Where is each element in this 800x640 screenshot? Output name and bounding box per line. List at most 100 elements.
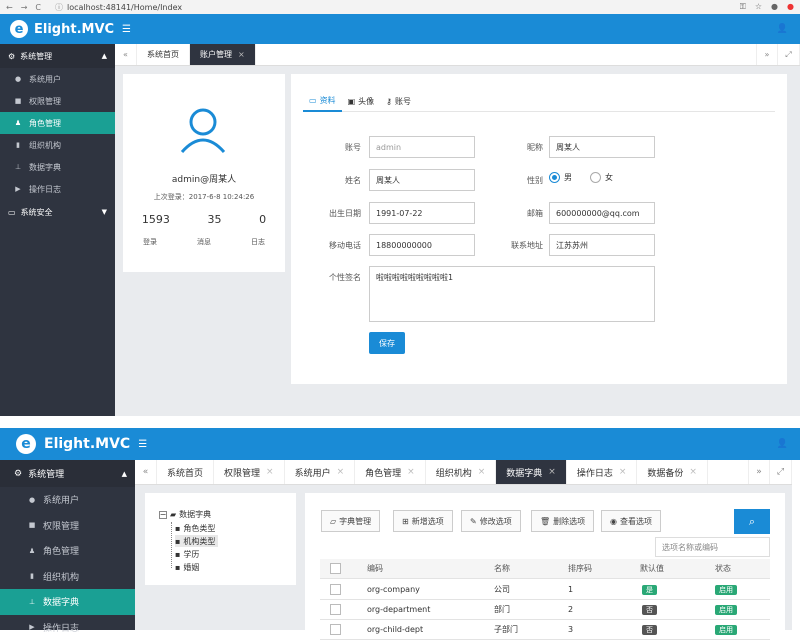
sidebar-group-system[interactable]: ⚙ 系统管理 ▲ [0,44,115,68]
app-logo: e Elight.MVC [16,434,130,454]
user-icon[interactable]: 👤 [777,439,788,449]
address-field[interactable]: 江苏苏州 [549,234,655,256]
close-icon[interactable]: × [548,467,556,477]
tree-node[interactable]: ▪角色类型 [175,522,215,534]
sidebar-group-security[interactable]: ▭ 系统安全 ▼ [0,200,115,224]
browser-nav-icons[interactable]: ←→C [6,3,49,12]
close-icon[interactable]: × [266,467,274,477]
tab-org[interactable]: 组织机构× [426,460,497,484]
tab-account[interactable]: 账户管理× [190,44,256,65]
table-row[interactable]: org-company 公司 1 是 启用 [320,580,770,600]
tree-line [171,522,172,568]
logo-icon: e [16,434,36,454]
column-header[interactable]: 默认值 [640,563,664,574]
name-field[interactable]: 周某人 [369,169,475,191]
tree-node-selected[interactable]: ▪机构类型 [175,535,218,547]
table-row[interactable]: org-child-dept 子部门 3 否 启用 [320,620,770,640]
delete-option-button[interactable]: 🗑删除选项 [531,510,594,532]
close-icon[interactable]: × [407,467,415,477]
tab-label: 权限管理 [224,466,260,479]
site-info-icon[interactable]: ⓘ [55,2,63,13]
tree-node[interactable]: ▪婚姻 [175,561,199,573]
radio-female[interactable] [590,172,601,183]
menu-toggle-icon[interactable]: ☰ [122,24,131,35]
address-bar[interactable]: localhost:48141/Home/Index [67,3,182,12]
tree-root[interactable]: − ▰ 数据字典 [159,509,211,520]
column-header[interactable]: 排序码 [568,563,592,574]
account-icon[interactable]: ● [771,2,778,12]
sidebar-item-org[interactable]: ▮组织机构 [0,564,135,590]
view-option-button[interactable]: ◉查看选项 [601,510,661,532]
tab-account-info[interactable]: ⚷账号 [380,90,417,112]
save-button[interactable]: 保存 [369,332,405,354]
tab-logs[interactable]: 操作日志× [567,460,638,484]
sidebar-item-permissions[interactable]: ■权限管理 [0,90,115,112]
collapse-icon[interactable]: − [159,511,167,519]
tab-permissions[interactable]: 权限管理 × [214,460,285,484]
tab-scroll-left-icon[interactable]: « [115,44,137,65]
tab-profile[interactable]: ▭资料 [303,90,342,112]
user-circle-icon: ● [12,75,24,83]
select-all-checkbox[interactable] [330,563,341,574]
column-header[interactable]: 名称 [494,563,510,574]
search-button[interactable]: ⌕ [734,509,770,534]
star-icon[interactable]: ☆ [755,2,762,12]
row-checkbox[interactable] [330,584,341,595]
signature-textarea[interactable]: 啦啦啦啦啦啦啦啦啦1 [369,266,655,322]
tree-node[interactable]: ▪学历 [175,548,199,560]
tab-scroll-right-icon[interactable]: » [756,44,778,65]
sidebar-item-dictionary[interactable]: ⊥数据字典 [0,156,115,178]
tab-dictionary[interactable]: 数据字典× [496,460,567,484]
sidebar-item-org[interactable]: ▮组织机构 [0,134,115,156]
close-icon[interactable]: × [478,467,486,477]
folder-icon: ▱ [330,517,336,526]
sidebar-group-label: 系统安全 [21,207,53,218]
sidebar-item-logs[interactable]: ▶操作日志 [0,178,115,200]
tab-avatar[interactable]: ▣头像 [342,90,381,112]
close-icon[interactable]: × [619,467,627,477]
tab-scroll-left-icon[interactable]: « [135,460,157,484]
add-option-button[interactable]: ⊞新增选项 [393,510,453,532]
menu-toggle-icon[interactable]: ☰ [138,439,147,450]
sidebar-item-roles[interactable]: ♟角色管理 [0,112,115,134]
gender-label: 性别 [483,175,543,186]
opera-icon[interactable]: ● [787,2,794,12]
fullscreen-icon[interactable]: ⤢ [778,44,800,65]
dictionary-manage-button[interactable]: ▱字典管理 [321,510,380,532]
tab-home[interactable]: 系统首页 [157,460,214,484]
edit-option-button[interactable]: ✎修改选项 [461,510,521,532]
column-header[interactable]: 编码 [367,563,383,574]
account-field[interactable]: admin [369,136,475,158]
user-icon[interactable]: 👤 [777,24,788,34]
column-header[interactable]: 状态 [715,563,731,574]
close-icon[interactable]: × [238,50,245,59]
sidebar-item-dictionary[interactable]: ⊥数据字典 [0,589,135,615]
plus-square-icon: ⊞ [402,517,409,526]
radio-male[interactable] [549,172,560,183]
search-input[interactable]: 选项名称或编码 [655,537,770,557]
sidebar-item-users[interactable]: ●系统用户 [0,68,115,90]
profile-username: admin@周某人 [123,172,285,185]
tab-roles[interactable]: 角色管理× [355,460,426,484]
tab-users[interactable]: 系统用户× [285,460,356,484]
nickname-field[interactable]: 周某人 [549,136,655,158]
close-icon[interactable]: × [689,467,697,477]
tab-backup[interactable]: 数据备份× [637,460,708,484]
sidebar-item-users[interactable]: ●系统用户 [0,487,135,513]
table-row[interactable]: org-department 部门 2 否 启用 [320,600,770,620]
close-icon[interactable]: × [337,467,345,477]
tab-scroll-right-icon[interactable]: » [748,460,770,484]
sidebar-item-roles[interactable]: ♟角色管理 [0,538,135,564]
birthday-field[interactable]: 1991-07-22 [369,202,475,224]
key-icon[interactable]: ⚿ [740,2,746,12]
mobile-field[interactable]: 18800000000 [369,234,475,256]
sidebar-item-label: 操作日志 [43,621,79,634]
row-checkbox[interactable] [330,604,341,615]
sidebar-group-system[interactable]: ⚙ 系统管理 ▲ [0,460,135,487]
tab-home[interactable]: 系统首页 [137,44,190,65]
sidebar-item-logs[interactable]: ▶操作日志 [0,615,135,640]
user-circle-icon: ● [26,496,38,504]
email-field[interactable]: 600000000@qq.com [549,202,655,224]
fullscreen-icon[interactable]: ⤢ [770,460,792,484]
sidebar-item-permissions[interactable]: ■权限管理 [0,513,135,539]
